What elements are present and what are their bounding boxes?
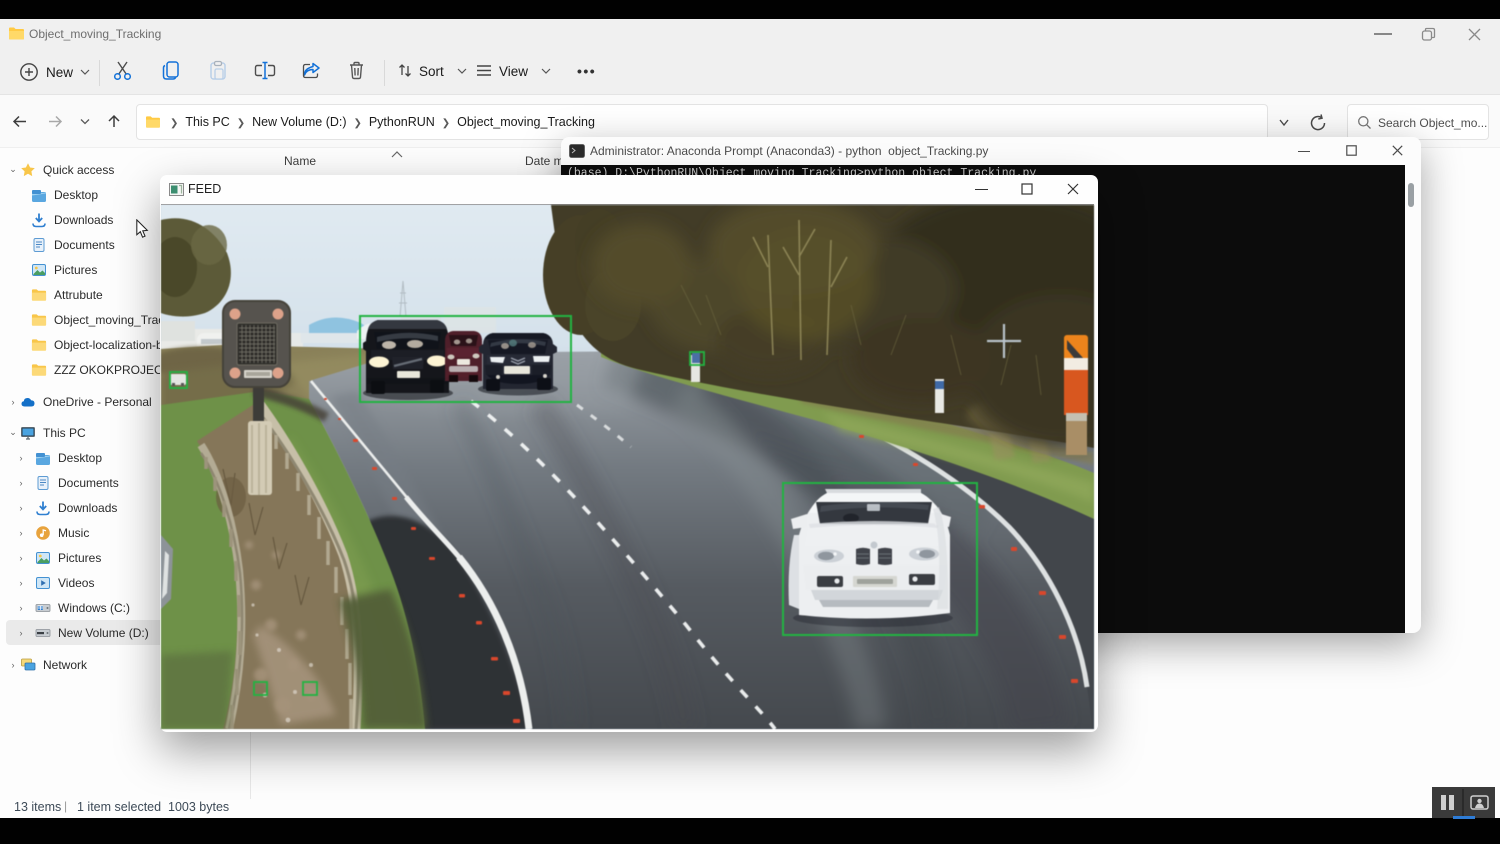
- svg-text:New: New: [46, 65, 73, 80]
- svg-text:Sort: Sort: [419, 64, 444, 79]
- svg-text:View: View: [499, 64, 528, 79]
